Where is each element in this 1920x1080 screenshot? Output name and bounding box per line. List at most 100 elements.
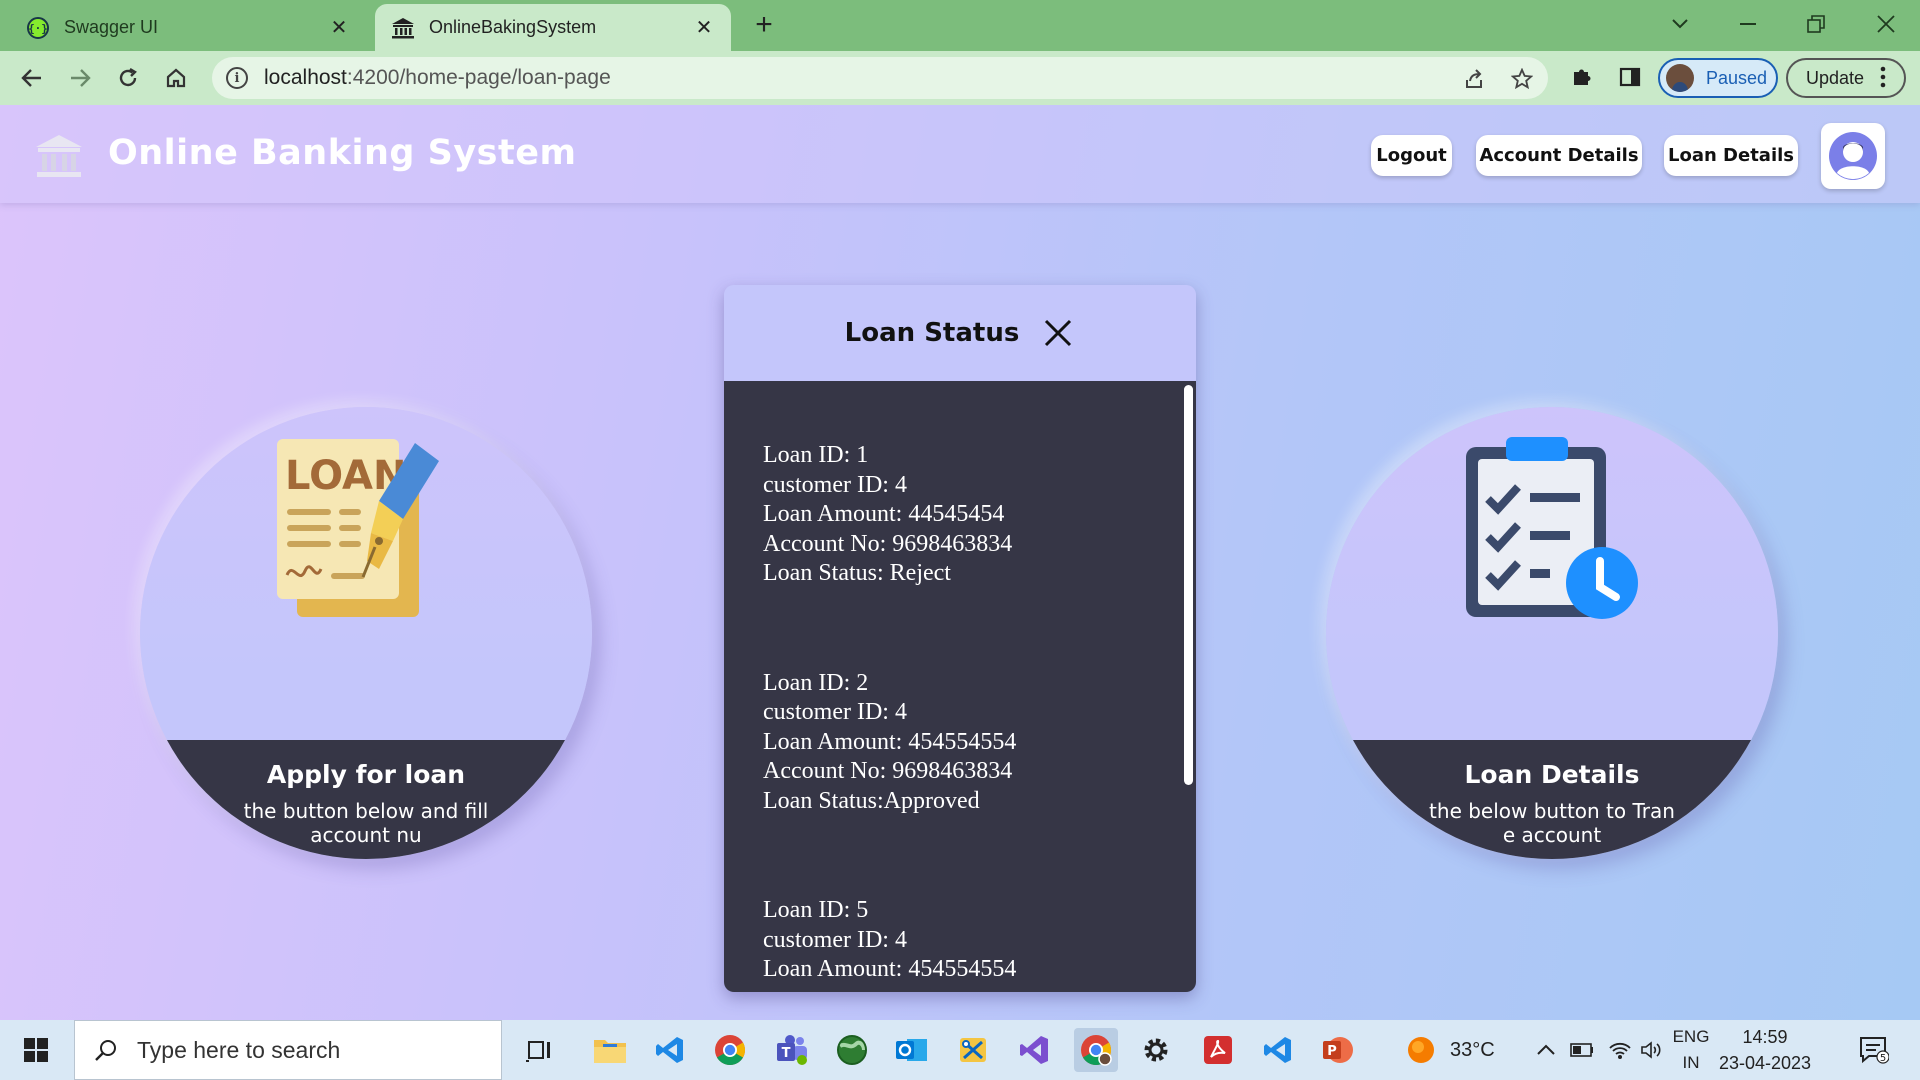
- account-details-button[interactable]: Account Details: [1476, 135, 1642, 176]
- back-button[interactable]: [14, 60, 50, 96]
- taskbar: Type here to search T P 33°C ENG IN 14:5…: [0, 1020, 1920, 1080]
- apply-loan-description: the button below and fill: [243, 799, 489, 823]
- loan-details-description-2: e account: [1502, 823, 1602, 847]
- home-button[interactable]: [158, 60, 194, 96]
- tab-search-chevron-icon[interactable]: [1650, 6, 1710, 42]
- update-button[interactable]: Update: [1786, 58, 1906, 98]
- tab-swagger-ui[interactable]: {·} Swagger UI ✕: [10, 4, 366, 51]
- swagger-icon: {·}: [26, 16, 50, 40]
- loan-record: Loan ID: 2 customer ID: 4 Loan Amount: 4…: [763, 669, 1196, 817]
- close-icon[interactable]: [1041, 316, 1075, 350]
- weather-widget[interactable]: 33°C: [1406, 1020, 1495, 1080]
- loan-id: Loan ID: 2: [763, 669, 869, 696]
- address-bar[interactable]: i localhost:4200/home-page/loan-page: [212, 57, 1548, 99]
- windows-icon: [24, 1038, 48, 1062]
- close-window-button[interactable]: [1856, 6, 1916, 42]
- sun-icon: [1408, 1037, 1434, 1063]
- bank-icon: [391, 16, 415, 40]
- loan-details-card[interactable]: Loan Details the below button to Tran e …: [1326, 407, 1778, 859]
- vscode-icon[interactable]: [648, 1028, 692, 1072]
- outlook-icon[interactable]: [890, 1028, 934, 1072]
- volume-icon[interactable]: [1640, 1020, 1664, 1080]
- taskbar-search[interactable]: Type here to search: [74, 1020, 502, 1080]
- account-no: Account No: 9698463834: [763, 530, 1013, 557]
- loan-amount: Loan Amount: 44545454: [763, 501, 1005, 527]
- loan-details-button[interactable]: Loan Details: [1664, 135, 1798, 176]
- snipping-tool-icon[interactable]: [952, 1028, 996, 1072]
- acrobat-icon[interactable]: [1196, 1028, 1240, 1072]
- teams-icon[interactable]: T: [770, 1028, 814, 1072]
- loan-record: Loan ID: 1 customer ID: 4 Loan Amount: 4…: [763, 441, 1196, 589]
- wifi-icon[interactable]: [1608, 1020, 1632, 1080]
- app-title: Online Banking System: [108, 133, 577, 173]
- logout-button[interactable]: Logout: [1371, 135, 1452, 176]
- loan-id: Loan ID: 5: [763, 897, 869, 923]
- customer-id: customer ID: 4: [763, 699, 907, 725]
- chrome-icon[interactable]: [708, 1028, 752, 1072]
- loan-status-modal: Loan Status Loan ID: 1 customer ID: 4 Lo…: [724, 285, 1196, 992]
- apply-loan-band: Apply for loan the button below and fill…: [140, 740, 592, 859]
- profile-status-label: Paused: [1706, 67, 1768, 88]
- url-text: localhost:4200/home-page/loan-page: [264, 66, 611, 89]
- customer-id: customer ID: 4: [763, 471, 907, 498]
- site-info-icon[interactable]: i: [226, 67, 248, 89]
- loan-details-title: Loan Details: [1464, 760, 1640, 789]
- show-hidden-icons-chevron[interactable]: [1536, 1020, 1556, 1080]
- close-icon[interactable]: ✕: [693, 17, 715, 39]
- reload-button[interactable]: [110, 60, 146, 96]
- forward-button[interactable]: [62, 60, 98, 96]
- profile-button[interactable]: Paused: [1658, 58, 1778, 98]
- menu-dots-icon[interactable]: [1872, 66, 1894, 88]
- bookmark-star-icon[interactable]: [1508, 65, 1536, 93]
- account-no: Account No: 9698463834: [763, 758, 1013, 784]
- task-view-icon[interactable]: [518, 1028, 562, 1072]
- start-button[interactable]: [0, 1020, 72, 1080]
- search-icon: [91, 1035, 121, 1065]
- loan-id: Loan ID: 1: [763, 442, 869, 468]
- apply-loan-description-2: account nu: [310, 823, 422, 847]
- weather-temp: 33°C: [1450, 1038, 1495, 1061]
- tab-online-banking[interactable]: OnlineBakingSystem ✕: [375, 4, 731, 51]
- loan-list[interactable]: Loan ID: 1 customer ID: 4 Loan Amount: 4…: [724, 381, 1196, 992]
- loan-details-description: the below button to Tran: [1429, 799, 1675, 823]
- file-explorer-icon[interactable]: [588, 1028, 632, 1072]
- globe-app-icon[interactable]: [830, 1028, 874, 1072]
- system-clock[interactable]: 14:59 23-04-2023: [1715, 1024, 1815, 1076]
- loan-details-band: Loan Details the below button to Tran e …: [1326, 740, 1778, 859]
- chrome-profile-icon[interactable]: [1074, 1028, 1118, 1072]
- apply-loan-card[interactable]: LOAN Apply for loan the button below and…: [140, 407, 592, 859]
- clock-date: 23-04-2023: [1718, 1053, 1812, 1073]
- page-content: Online Banking System Logout Account Det…: [0, 105, 1920, 1020]
- loan-status: Loan Status: Reject: [763, 560, 951, 586]
- update-label: Update: [1806, 67, 1865, 88]
- avatar: [1666, 64, 1694, 92]
- share-icon[interactable]: [1460, 65, 1488, 93]
- battery-icon[interactable]: [1570, 1020, 1594, 1080]
- visual-studio-icon[interactable]: [1012, 1028, 1056, 1072]
- app-header: Online Banking System Logout Account Det…: [0, 105, 1920, 203]
- user-avatar-icon: [1829, 132, 1877, 180]
- loan-amount: Loan Amount: 454554554: [763, 956, 1017, 982]
- powerpoint-icon[interactable]: P: [1316, 1028, 1360, 1072]
- restore-button[interactable]: [1786, 6, 1846, 42]
- svg-text:5: 5: [1880, 1053, 1886, 1064]
- new-tab-button[interactable]: +: [748, 10, 780, 42]
- close-icon[interactable]: ✕: [328, 17, 350, 39]
- modal-scrollbar[interactable]: [1184, 385, 1193, 785]
- input-language[interactable]: ENG IN: [1666, 1024, 1716, 1076]
- lang-code: ENG: [1672, 1027, 1710, 1046]
- loan-document-icon: LOAN: [275, 437, 455, 627]
- user-profile-button[interactable]: [1821, 123, 1885, 189]
- extensions-puzzle-icon[interactable]: [1566, 61, 1598, 93]
- settings-gear-icon[interactable]: [1134, 1028, 1178, 1072]
- notification-icon[interactable]: 5: [1854, 1030, 1894, 1070]
- bank-logo-icon: [34, 133, 84, 179]
- minimize-button[interactable]: [1718, 6, 1778, 42]
- svg-text:P: P: [1327, 1044, 1337, 1059]
- svg-text:{·}: {·}: [28, 22, 48, 35]
- clipboard-checklist-icon: [1462, 437, 1642, 627]
- region-code: IN: [1682, 1053, 1700, 1072]
- side-panel-icon[interactable]: [1614, 61, 1646, 93]
- vscode-2-icon[interactable]: [1256, 1028, 1300, 1072]
- browser-toolbar: i localhost:4200/home-page/loan-page Pau…: [0, 51, 1920, 105]
